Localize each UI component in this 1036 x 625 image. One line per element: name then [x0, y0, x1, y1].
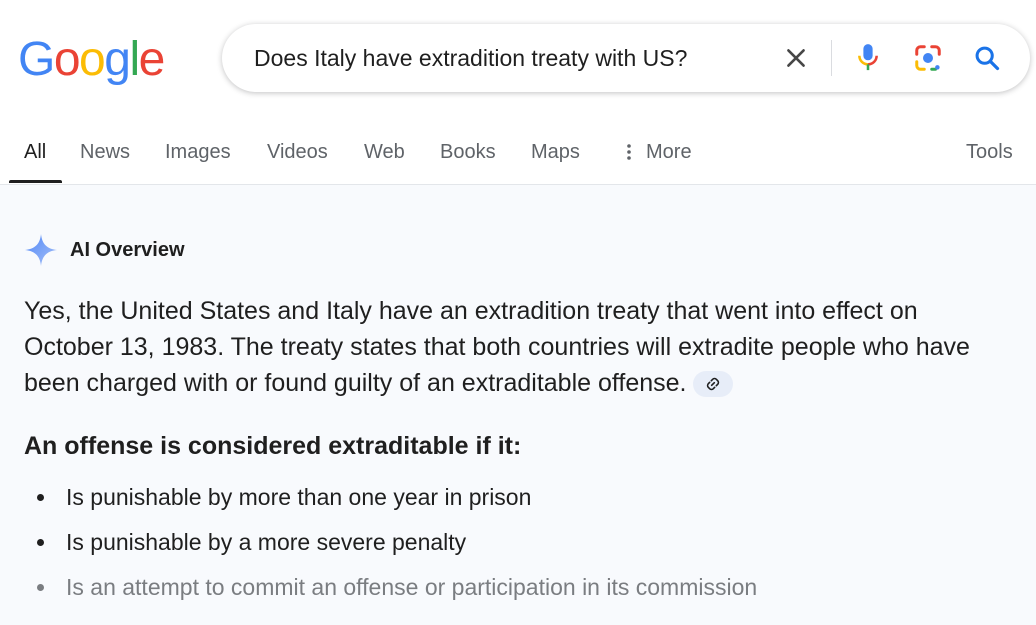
clear-search-button[interactable] [776, 38, 816, 78]
tab-news[interactable]: News [80, 130, 130, 184]
list-item: Is punishable by a more severe penalty [24, 527, 1004, 572]
voice-search-button[interactable] [848, 38, 888, 78]
logo-letter: g [104, 33, 131, 86]
tab-maps[interactable]: Maps [531, 130, 580, 184]
ai-overview-subheading: An offense is considered extraditable if… [24, 432, 522, 460]
search-divider [831, 40, 832, 76]
microphone-icon [858, 44, 878, 71]
list-item: Is an attempt to commit an offense or pa… [24, 572, 1004, 617]
tab-more-label: More [646, 141, 692, 163]
image-search-button[interactable] [908, 38, 948, 78]
citation-link-button[interactable] [692, 371, 733, 398]
vertical-dots-icon [627, 144, 631, 160]
tab-web[interactable]: Web [364, 130, 405, 184]
ai-overview-title: AI Overview [70, 238, 185, 261]
ai-overview-bullet-list: Is punishable by more than one year in p… [24, 482, 1004, 617]
list-item: Is punishable by more than one year in p… [24, 482, 1004, 527]
tab-all[interactable]: All [24, 130, 46, 184]
logo-letter: o [53, 33, 81, 86]
ai-overview-header: AI Overview [24, 233, 185, 267]
ai-overview-answer: Yes, the United States and Italy have an… [24, 293, 984, 401]
logo-letter: G [18, 33, 55, 86]
ai-overview-panel: AI Overview Yes, the United States and I… [0, 185, 1036, 625]
tools-button[interactable]: Tools [966, 130, 1013, 184]
tab-books[interactable]: Books [440, 130, 496, 184]
close-icon [787, 49, 805, 67]
tab-more[interactable]: More [622, 130, 692, 174]
google-logo[interactable]: Google [18, 33, 166, 86]
search-tabs: All News Images Videos Web Books Maps Mo… [0, 130, 1036, 186]
link-icon [706, 378, 719, 391]
ai-overview-answer-text: Yes, the United States and Italy have an… [24, 297, 970, 397]
search-input[interactable] [254, 24, 754, 92]
search-icon [975, 46, 1000, 71]
tab-videos[interactable]: Videos [267, 130, 328, 184]
search-submit-button[interactable] [967, 38, 1007, 78]
logo-letter: l [129, 33, 140, 86]
active-tab-indicator [9, 180, 62, 183]
logo-letter: o [79, 33, 106, 86]
tab-images[interactable]: Images [165, 130, 231, 184]
logo-letter: e [138, 33, 166, 86]
camera-lens-icon [915, 45, 941, 71]
sparkle-icon [25, 234, 57, 266]
search-box[interactable] [222, 24, 1030, 92]
